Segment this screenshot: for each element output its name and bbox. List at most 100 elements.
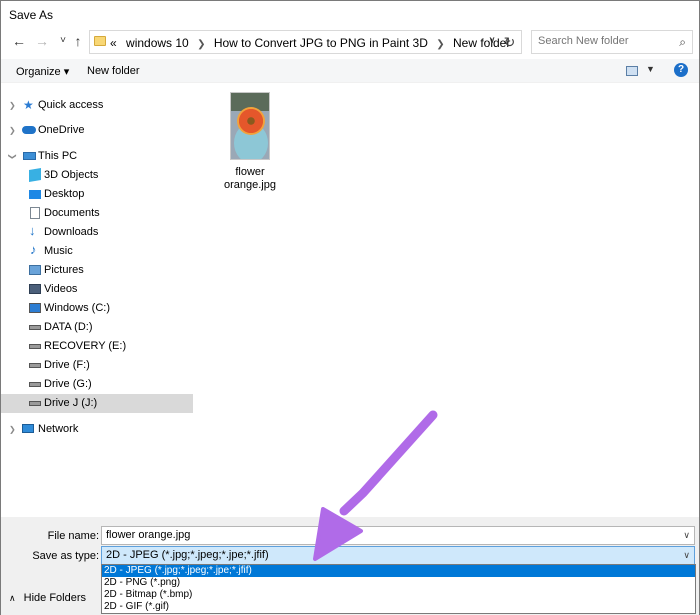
drive-icon (29, 382, 41, 387)
forward-button[interactable]: → (34, 33, 50, 49)
save-type-label: Save as type: (32, 550, 99, 562)
computer-icon (23, 152, 36, 160)
sidebar-item-label: Drive (F:) (44, 359, 90, 371)
sidebar-item-downloads[interactable]: ↓ Downloads (1, 223, 193, 242)
file-name-line: orange.jpg (224, 179, 276, 191)
breadcrumb: « windows 10 ❯ How to Convert JPG to PNG… (110, 36, 510, 50)
hide-folders-button[interactable]: ∧ Hide Folders (9, 592, 86, 604)
drive-icon (29, 303, 41, 313)
sidebar-item-drive-g[interactable]: Drive (G:) (1, 375, 193, 394)
drive-icon (29, 363, 41, 368)
chevron-down-icon[interactable]: ∨ (683, 527, 690, 544)
picture-icon (29, 265, 41, 275)
cloud-icon (22, 126, 36, 134)
save-type-value: 2D - JPEG (*.jpg;*.jpeg;*.jpe;*.jfif) (106, 549, 269, 561)
sidebar-item-desktop[interactable]: Desktop (1, 185, 193, 204)
chevron-up-icon: ∧ (9, 593, 16, 603)
address-bar[interactable]: « windows 10 ❯ How to Convert JPG to PNG… (89, 30, 522, 54)
folder-icon (94, 36, 106, 46)
sidebar-item-recovery-e[interactable]: RECOVERY (E:) (1, 337, 193, 356)
command-toolbar: Organize ▾ New folder ▼ ? (1, 59, 699, 83)
sidebar-item-network[interactable]: ❯ Network (1, 420, 193, 439)
file-name-value: flower orange.jpg (106, 529, 191, 541)
sidebar-item-label: Videos (44, 283, 78, 295)
sidebar-item-label: DATA (D:) (44, 321, 93, 333)
title-bar: Save As (1, 1, 699, 27)
search-input[interactable] (538, 35, 668, 47)
sidebar-item-videos[interactable]: Videos (1, 280, 193, 299)
sidebar-item-label: Pictures (44, 264, 84, 276)
video-icon (29, 284, 41, 294)
file-name-field[interactable]: flower orange.jpg ∨ (101, 526, 695, 545)
drive-icon (29, 325, 41, 330)
back-button[interactable]: ← (11, 33, 27, 49)
save-type-select[interactable]: 2D - JPEG (*.jpg;*.jpeg;*.jpe;*.jfif) ∨ (101, 546, 695, 565)
save-as-dialog: Save As ← → ˅ ↑ « windows 10 ❯ How to Co… (0, 0, 700, 615)
hide-folders-label: Hide Folders (23, 592, 87, 604)
sidebar-item-3d-objects[interactable]: 3D Objects (1, 166, 193, 185)
dropdown-option-png[interactable]: 2D - PNG (*.png) (102, 577, 695, 589)
document-icon (30, 207, 40, 219)
dropdown-option-bmp[interactable]: 2D - Bitmap (*.bmp) (102, 589, 695, 601)
chevron-right-icon[interactable]: ❯ (9, 96, 16, 115)
search-box[interactable]: ⌕ (531, 30, 693, 54)
desktop-icon (29, 190, 41, 199)
dropdown-option-jpeg[interactable]: 2D - JPEG (*.jpg;*.jpeg;*.jpe;*.jfif) (102, 565, 695, 577)
music-icon: ♪ (30, 242, 37, 257)
sidebar-item-quick-access[interactable]: ❯ ★ Quick access (1, 96, 193, 115)
sidebar-item-drive-j[interactable]: Drive J (J:) (1, 394, 193, 413)
chevron-right-icon[interactable]: ❯ (197, 39, 205, 50)
sidebar-item-label: Drive J (J:) (44, 397, 98, 409)
chevron-down-icon[interactable]: ▼ (646, 64, 655, 74)
sidebar-item-this-pc[interactable]: ❯ This PC (1, 147, 193, 166)
dropdown-option-gif[interactable]: 2D - GIF (*.gif) (102, 601, 695, 613)
navigation-pane: ❯ ★ Quick access ❯ OneDrive ❯ This PC 3D… (1, 84, 193, 516)
new-folder-button[interactable]: New folder (87, 65, 140, 77)
sidebar-item-label: Quick access (38, 99, 104, 111)
sidebar-item-label: Downloads (44, 226, 99, 238)
save-options-panel: File name: flower orange.jpg ∨ Save as t… (1, 517, 699, 615)
sidebar-item-label: Network (38, 423, 79, 435)
sidebar-item-data-d[interactable]: DATA (D:) (1, 318, 193, 337)
file-name-line: flower (235, 166, 265, 178)
sidebar-item-pictures[interactable]: Pictures (1, 261, 193, 280)
sidebar-item-label: RECOVERY (E:) (44, 340, 127, 352)
sidebar-item-label: Music (44, 245, 73, 257)
sidebar-item-label: 3D Objects (44, 169, 99, 181)
refresh-button[interactable]: ↻ (498, 30, 522, 54)
window-title: Save As (9, 8, 54, 22)
sidebar-item-music[interactable]: ♪ Music (1, 242, 193, 261)
sidebar-item-label: Desktop (44, 188, 85, 200)
view-options-icon[interactable] (626, 66, 638, 76)
sidebar-item-onedrive[interactable]: ❯ OneDrive (1, 121, 193, 140)
file-name: flower orange.jpg (223, 166, 277, 192)
cube-icon (29, 167, 41, 183)
chevron-down-icon[interactable]: ❯ (3, 153, 22, 160)
search-icon[interactable]: ⌕ (679, 35, 686, 50)
download-icon: ↓ (29, 223, 36, 238)
organize-button[interactable]: Organize ▾ (16, 65, 69, 78)
help-icon[interactable]: ? (674, 63, 688, 77)
save-type-dropdown: 2D - JPEG (*.jpg;*.jpeg;*.jpe;*.jfif) 2D… (101, 564, 696, 614)
image-thumbnail (230, 92, 270, 160)
chevron-right-icon[interactable]: ❯ (9, 420, 16, 439)
navigation-bar: ← → ˅ ↑ « windows 10 ❯ How to Convert JP… (1, 27, 699, 57)
chevron-right-icon[interactable]: ❯ (9, 121, 16, 140)
sidebar-item-windows-c[interactable]: Windows (C:) (1, 299, 193, 318)
sidebar-item-label: OneDrive (38, 124, 85, 136)
sidebar-item-label: Windows (C:) (44, 302, 111, 314)
chevron-right-icon[interactable]: ❯ (436, 39, 444, 50)
breadcrumb-item[interactable]: How to Convert JPG to PNG in Paint 3D (214, 36, 428, 50)
breadcrumb-item[interactable]: windows 10 (126, 36, 189, 50)
chevron-down-icon[interactable]: ∨ (683, 547, 690, 564)
recent-locations-button[interactable]: ˅ (55, 33, 71, 49)
file-item[interactable]: flower orange.jpg (223, 92, 277, 192)
up-button[interactable]: ↑ (70, 33, 86, 49)
drive-icon (29, 344, 41, 349)
chevron-down-icon[interactable]: ∨ (485, 35, 499, 49)
sidebar-item-documents[interactable]: Documents (1, 204, 193, 223)
star-icon: ★ (23, 98, 34, 112)
breadcrumb-overflow[interactable]: « (110, 36, 117, 50)
sidebar-item-drive-f[interactable]: Drive (F:) (1, 356, 193, 375)
network-icon (22, 424, 34, 433)
